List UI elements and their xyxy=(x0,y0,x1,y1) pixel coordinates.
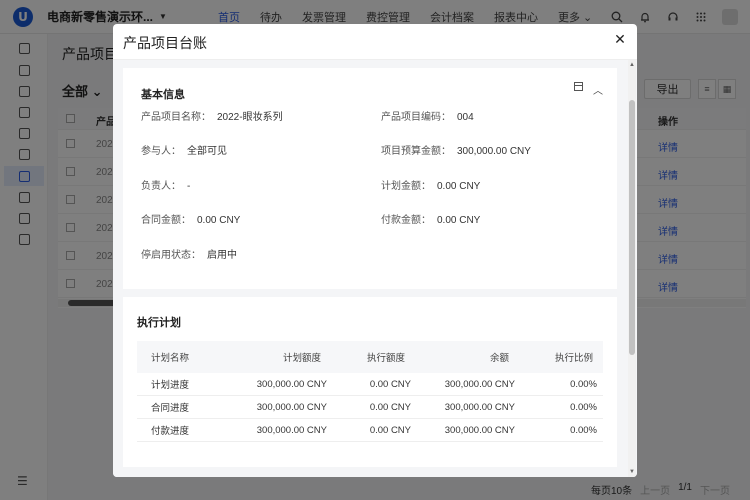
plan-cell-quota: 300,000.00 CNY xyxy=(256,401,327,413)
field-value: 0.00 CNY xyxy=(437,181,481,192)
field-label: 计划金额： xyxy=(381,181,431,192)
field-value: 300,000.00 CNY xyxy=(457,146,531,157)
plan-cell-executed: 0.00 CNY xyxy=(369,378,411,390)
basic-info-card: 基本信息 ︿ 产品项目名称： 2022-眼妆系列 产品项目编码： 004 参与人： 全… xyxy=(123,68,617,289)
field-value: 2022-眼妆系列 xyxy=(217,112,283,123)
card-tools: ︿ xyxy=(574,82,603,97)
plan-cell-ratio: 0.00% xyxy=(570,378,597,390)
basic-info-title: 基本信息 xyxy=(141,89,185,101)
plan-cell-quota: 300,000.00 CNY xyxy=(256,424,327,436)
table-icon[interactable] xyxy=(574,82,583,91)
execution-plan-title: 执行计划 xyxy=(137,317,181,329)
field-status: 停启用状态： 启用中 xyxy=(141,246,237,261)
close-icon[interactable]: ✕ xyxy=(613,32,627,46)
field-label: 付款金额： xyxy=(381,215,431,226)
plan-cell-quota: 300,000.00 CNY xyxy=(256,378,327,390)
field-label: 产品项目名称： xyxy=(141,112,211,123)
field-value: 启用中 xyxy=(207,250,237,261)
field-value: 0.00 CNY xyxy=(197,215,241,226)
column-header: 余额 xyxy=(489,353,509,364)
field-value: 全部可见 xyxy=(187,146,227,157)
scroll-down-arrow-icon[interactable]: ▼ xyxy=(629,469,635,475)
field-label: 产品项目编码： xyxy=(381,112,451,123)
field-label: 项目预算金额： xyxy=(381,146,451,157)
field-budget: 项目预算金额： 300,000.00 CNY xyxy=(381,142,531,157)
plan-cell-name: 计划进度 xyxy=(151,380,190,391)
field-project-name: 产品项目名称： 2022-眼妆系列 xyxy=(141,108,283,123)
scroll-up-arrow-icon[interactable]: ▲ xyxy=(629,62,635,68)
column-header: 计划额度 xyxy=(282,353,321,364)
column-header: 计划名称 xyxy=(151,353,190,364)
column-header: 执行额度 xyxy=(366,353,405,364)
plan-table-header: 计划名称 计划额度 执行额度 余额 执行比例 xyxy=(137,341,603,373)
plan-row: 合同进度 300,000.00 CNY 0.00 CNY 300,000.00 … xyxy=(137,396,603,419)
field-value: 0.00 CNY xyxy=(437,215,481,226)
plan-cell-executed: 0.00 CNY xyxy=(369,401,411,413)
project-ledger-modal: 产品项目台账 ✕ 基本信息 ︿ 产品项目名称： 2022-眼妆系列 产品项目编码：… xyxy=(113,24,637,477)
plan-cell-ratio: 0.00% xyxy=(570,424,597,436)
field-contract-amount: 合同金额： 0.00 CNY xyxy=(141,211,240,226)
field-label: 参与人： xyxy=(141,146,181,157)
modal-body: 基本信息 ︿ 产品项目名称： 2022-眼妆系列 产品项目编码： 004 参与人： 全… xyxy=(113,60,637,477)
plan-cell-balance: 300,000.00 CNY xyxy=(444,401,515,413)
plan-row: 付款进度 300,000.00 CNY 0.00 CNY 300,000.00 … xyxy=(137,419,603,442)
plan-cell-balance: 300,000.00 CNY xyxy=(444,378,515,390)
column-header: 执行比例 xyxy=(554,353,593,364)
plan-cell-ratio: 0.00% xyxy=(570,401,597,413)
execution-plan-card: 执行计划 计划名称 计划额度 执行额度 余额 执行比例 计划进度 300,000… xyxy=(123,297,617,467)
plan-cell-name: 合同进度 xyxy=(151,403,190,414)
chevron-up-icon[interactable]: ︿ xyxy=(593,82,603,97)
field-label: 合同金额： xyxy=(141,215,191,226)
plan-table: 计划名称 计划额度 执行额度 余额 执行比例 计划进度 300,000.00 C… xyxy=(137,341,603,442)
field-owner: 负责人： - xyxy=(141,177,190,192)
field-label: 负责人： xyxy=(141,181,181,192)
field-project-code: 产品项目编码： 004 xyxy=(381,108,474,123)
plan-row: 计划进度 300,000.00 CNY 0.00 CNY 300,000.00 … xyxy=(137,373,603,396)
field-planned-amount: 计划金额： 0.00 CNY xyxy=(381,177,480,192)
modal-title: 产品项目台账 xyxy=(123,35,207,51)
scrollbar-thumb[interactable] xyxy=(629,100,635,355)
field-payment-amount: 付款金额： 0.00 CNY xyxy=(381,211,480,226)
plan-cell-executed: 0.00 CNY xyxy=(369,424,411,436)
modal-scrollbar[interactable]: ▲ ▼ xyxy=(628,60,636,477)
field-label: 停启用状态： xyxy=(141,250,201,261)
modal-header: 产品项目台账 ✕ xyxy=(113,24,637,60)
field-participants: 参与人： 全部可见 xyxy=(141,142,227,157)
plan-cell-balance: 300,000.00 CNY xyxy=(444,424,515,436)
plan-cell-name: 付款进度 xyxy=(151,426,190,437)
field-value: 004 xyxy=(457,112,474,123)
field-value: - xyxy=(187,181,191,192)
